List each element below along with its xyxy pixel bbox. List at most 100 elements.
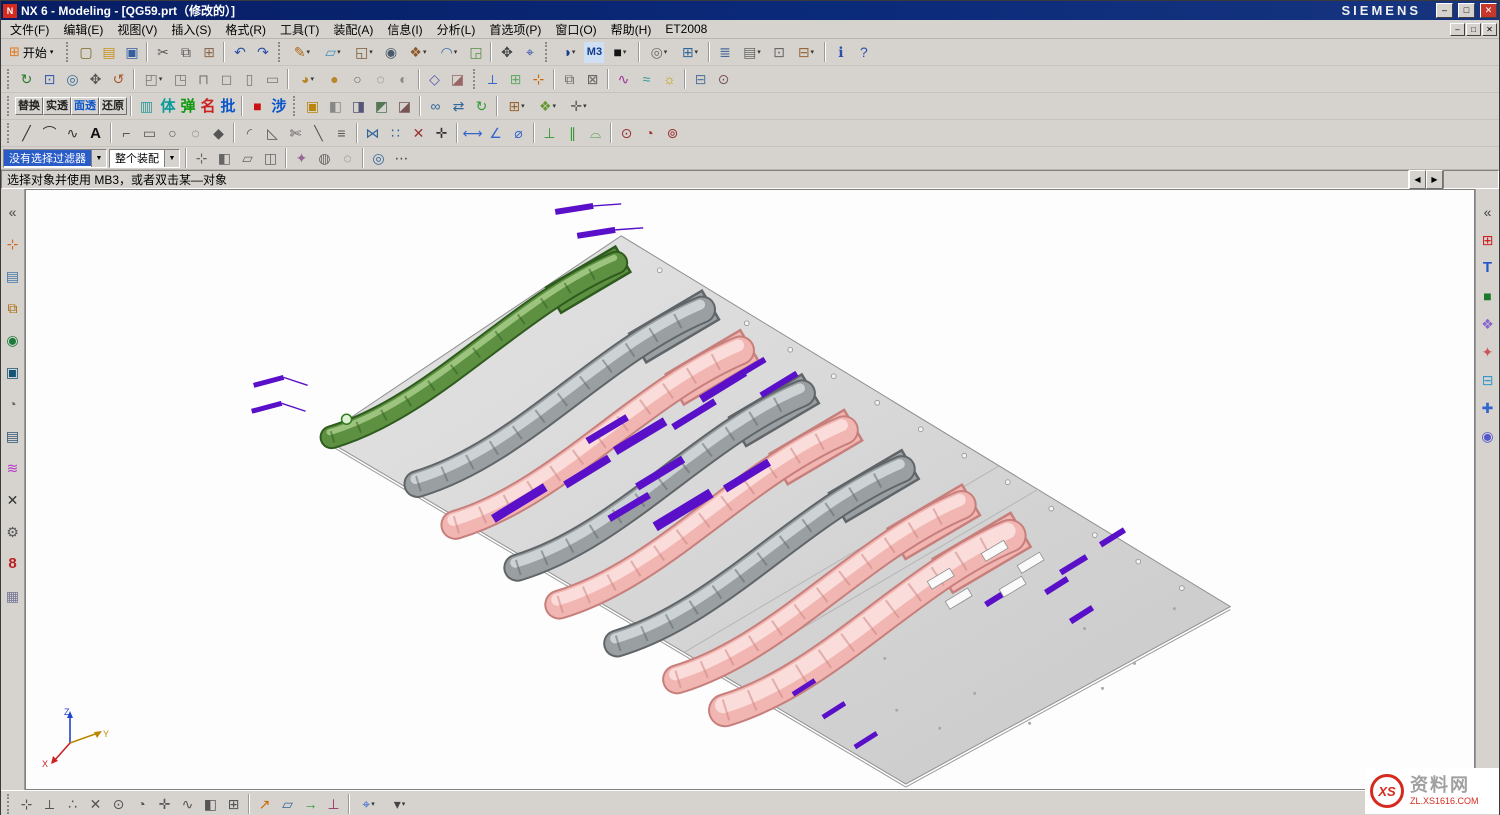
reuse-library-icon[interactable]: ✦ xyxy=(1476,341,1499,362)
part-navigator-icon[interactable]: ▤ xyxy=(1,265,24,286)
toolbar-grip[interactable] xyxy=(293,96,297,116)
select-face-filter-icon[interactable]: ◧ xyxy=(213,148,236,169)
clip-part[interactable] xyxy=(555,206,593,212)
unite-icon[interactable]: ❖▾ xyxy=(402,42,433,63)
material-cube-icon[interactable]: ■ xyxy=(246,96,269,117)
hole-icon[interactable]: ◉ xyxy=(379,42,402,63)
help-icon[interactable]: ? xyxy=(852,42,875,63)
invert-hidden-icon[interactable]: ◪ xyxy=(393,96,416,117)
toolbar-grip[interactable] xyxy=(278,42,282,62)
toolbar-grip[interactable] xyxy=(7,69,11,89)
menu-edit[interactable]: 编辑(E) xyxy=(56,20,110,39)
datum-csys-tool-icon[interactable]: ⊹ xyxy=(1,233,24,254)
trimetric-view-icon[interactable]: ◰▾ xyxy=(138,69,169,90)
edit-object-display-icon[interactable]: ▣ xyxy=(301,96,324,117)
datum-axis-icon[interactable]: ↗ xyxy=(253,793,276,814)
restore-display-button[interactable]: 还原 xyxy=(99,97,127,115)
visualization-palette-icon[interactable]: ❖ xyxy=(1476,313,1499,334)
highlight-toggle-icon[interactable]: ✦ xyxy=(290,148,313,169)
chevron-down-icon[interactable]: ▼ xyxy=(91,150,106,167)
assembly-arrangement-icon[interactable]: ⊞▾ xyxy=(501,96,532,117)
snap-control-point-icon[interactable]: ∴ xyxy=(61,793,84,814)
plane-dialog-icon[interactable]: ▱ xyxy=(276,793,299,814)
save-icon[interactable]: ▣ xyxy=(120,42,143,63)
back-view-icon[interactable]: ▭ xyxy=(261,69,284,90)
palette-icon[interactable]: ⊟▾ xyxy=(790,42,821,63)
new-file-icon[interactable]: ▢ xyxy=(74,42,97,63)
point-icon[interactable]: ✛ xyxy=(430,123,453,144)
view-triad[interactable]: Z Y X xyxy=(40,705,114,769)
static-wireframe-icon[interactable]: ◌ xyxy=(369,69,392,90)
snap-mid-point-icon[interactable]: ⟂ xyxy=(38,793,61,814)
light-settings-icon[interactable]: ☼ xyxy=(658,69,681,90)
menu-window[interactable]: 窗口(O) xyxy=(548,20,603,39)
batch-process-button[interactable]: 批 xyxy=(218,96,238,117)
parallel-constraint-icon[interactable]: ∥ xyxy=(561,123,584,144)
select-body-filter-icon[interactable]: ◫ xyxy=(259,148,282,169)
rotate-view-icon[interactable]: ↺ xyxy=(107,69,130,90)
object-list-icon[interactable]: ≣ xyxy=(713,42,736,63)
studio-render-icon[interactable]: ◐ xyxy=(392,69,415,90)
linear-dimension-icon[interactable]: ⟷ xyxy=(461,123,484,144)
lasso-select-icon[interactable]: ◌ xyxy=(336,148,359,169)
wireframe-icon[interactable]: ○ xyxy=(346,69,369,90)
snap-options-icon[interactable]: ▾▾ xyxy=(384,793,415,814)
toolbar-grip[interactable] xyxy=(473,69,477,89)
top-selection-icon[interactable]: ◍ xyxy=(313,148,336,169)
replace-display-button[interactable]: 替换 xyxy=(15,97,43,115)
graphics-window[interactable]: Z Y X xyxy=(25,189,1475,790)
interference-check-button[interactable]: 涉 xyxy=(269,96,289,117)
menu-preferences[interactable]: 首选项(P) xyxy=(482,20,548,39)
notes-icon[interactable]: ▦ xyxy=(1,585,24,606)
materials-palette-icon[interactable]: ■ xyxy=(1476,285,1499,306)
view-preset-badge[interactable]: M3 xyxy=(584,42,604,63)
cut-icon[interactable]: ✂ xyxy=(151,42,174,63)
quick-trim-icon[interactable]: ✄ xyxy=(284,123,307,144)
relink-icon[interactable]: ⇄ xyxy=(447,96,470,117)
extrude-icon[interactable]: ◱▾ xyxy=(348,42,379,63)
pin-palette-icon[interactable]: ◉ xyxy=(1476,425,1499,446)
mdi-minimize-button[interactable]: – xyxy=(1450,23,1465,36)
menu-file[interactable]: 文件(F) xyxy=(3,20,56,39)
ellipse-icon[interactable]: ◌ xyxy=(184,123,207,144)
toolbar-grip[interactable] xyxy=(7,123,11,143)
toolbar-grip[interactable] xyxy=(545,42,549,62)
close-button[interactable]: ✕ xyxy=(1480,3,1497,18)
window-layout-icon[interactable]: ⊞▾ xyxy=(674,42,705,63)
fillet-icon[interactable]: ◜ xyxy=(238,123,261,144)
menu-analysis[interactable]: 分析(L) xyxy=(430,20,483,39)
shell-icon[interactable]: ◲ xyxy=(464,42,487,63)
refresh-icon[interactable]: ↻ xyxy=(15,69,38,90)
offset-curve-icon[interactable]: ≡ xyxy=(330,123,353,144)
resource-collapse-icon[interactable]: « xyxy=(1476,201,1499,222)
clip-part[interactable] xyxy=(254,377,284,385)
update-icon[interactable]: ↻ xyxy=(470,96,493,117)
snap-end-point-icon[interactable]: ⊹ xyxy=(15,793,38,814)
customize-tools-icon[interactable]: ⚙ xyxy=(1,521,24,542)
arc-icon[interactable]: ⌒ xyxy=(38,123,61,144)
shaded-with-edges-icon[interactable]: ◕▾ xyxy=(292,69,323,90)
pattern-curve-icon[interactable]: ∷ xyxy=(384,123,407,144)
assembly-navigator-icon[interactable]: ⧉ xyxy=(1,297,24,318)
minimize-button[interactable]: – xyxy=(1436,3,1453,18)
snap-existing-point-icon[interactable]: ✛ xyxy=(153,793,176,814)
quick-extend-icon[interactable]: ╲ xyxy=(307,123,330,144)
profile-icon[interactable]: ⌐ xyxy=(115,123,138,144)
reflection-analysis-icon[interactable]: ≈ xyxy=(635,69,658,90)
sketch-icon[interactable]: ✎▾ xyxy=(286,42,317,63)
edge-blend-icon[interactable]: ◠▾ xyxy=(433,42,464,63)
section-view-icon[interactable]: ◪ xyxy=(446,69,469,90)
spline-icon[interactable]: ∿ xyxy=(61,123,84,144)
toolbar-grip[interactable] xyxy=(7,794,11,814)
maximize-button[interactable]: □ xyxy=(1458,3,1475,18)
intersection-curve-icon[interactable]: ✕ xyxy=(407,123,430,144)
history-icon[interactable]: ◔ xyxy=(1,393,24,414)
undo-icon[interactable]: ↶ xyxy=(228,42,251,63)
face-translucent-button[interactable]: 面透 xyxy=(71,97,99,115)
dock-left-icon[interactable]: ◀ xyxy=(1409,170,1426,189)
redo-icon[interactable]: ↷ xyxy=(251,42,274,63)
show-hide-icon[interactable]: ◎▾ xyxy=(643,42,674,63)
layer-settings-icon[interactable]: ▤▾ xyxy=(736,42,767,63)
clip-part[interactable] xyxy=(577,230,615,236)
mdi-restore-button[interactable]: □ xyxy=(1466,23,1481,36)
